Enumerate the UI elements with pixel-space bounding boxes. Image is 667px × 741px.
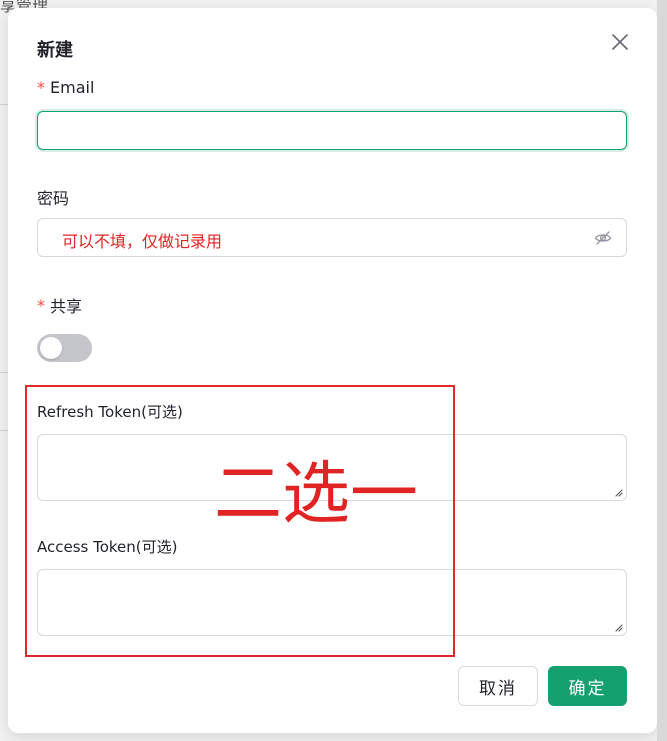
share-label: * 共享 — [37, 293, 82, 317]
email-field-wrapper — [37, 111, 627, 150]
share-label-text: 共享 — [50, 297, 83, 316]
toggle-knob — [40, 337, 62, 359]
email-field[interactable] — [38, 112, 626, 149]
resize-grip-icon[interactable] — [614, 623, 623, 632]
close-button[interactable] — [610, 32, 630, 52]
background-scroll-edge — [657, 0, 667, 741]
cancel-button[interactable]: 取消 — [458, 666, 538, 706]
close-icon — [612, 34, 628, 50]
resize-grip-icon[interactable] — [614, 488, 623, 497]
dialog-title: 新建 — [37, 40, 73, 61]
password-label: 密码 — [37, 189, 70, 208]
confirm-button[interactable]: 确定 — [548, 666, 627, 706]
required-mark: * — [37, 78, 45, 97]
annotation-text: 二选一 — [214, 455, 419, 534]
share-toggle[interactable] — [37, 334, 92, 362]
password-hint: 可以不填，仅做记录用 — [62, 232, 223, 251]
password-field[interactable]: 可以不填，仅做记录用 — [37, 218, 627, 257]
email-label-text: Email — [50, 78, 95, 97]
email-label: * Email — [37, 78, 94, 97]
required-mark: * — [37, 295, 45, 315]
eye-off-icon[interactable] — [594, 229, 612, 247]
create-dialog: 新建 * Email 密码 可以不填，仅做记录用 * 共享 Refresh To… — [8, 8, 657, 733]
